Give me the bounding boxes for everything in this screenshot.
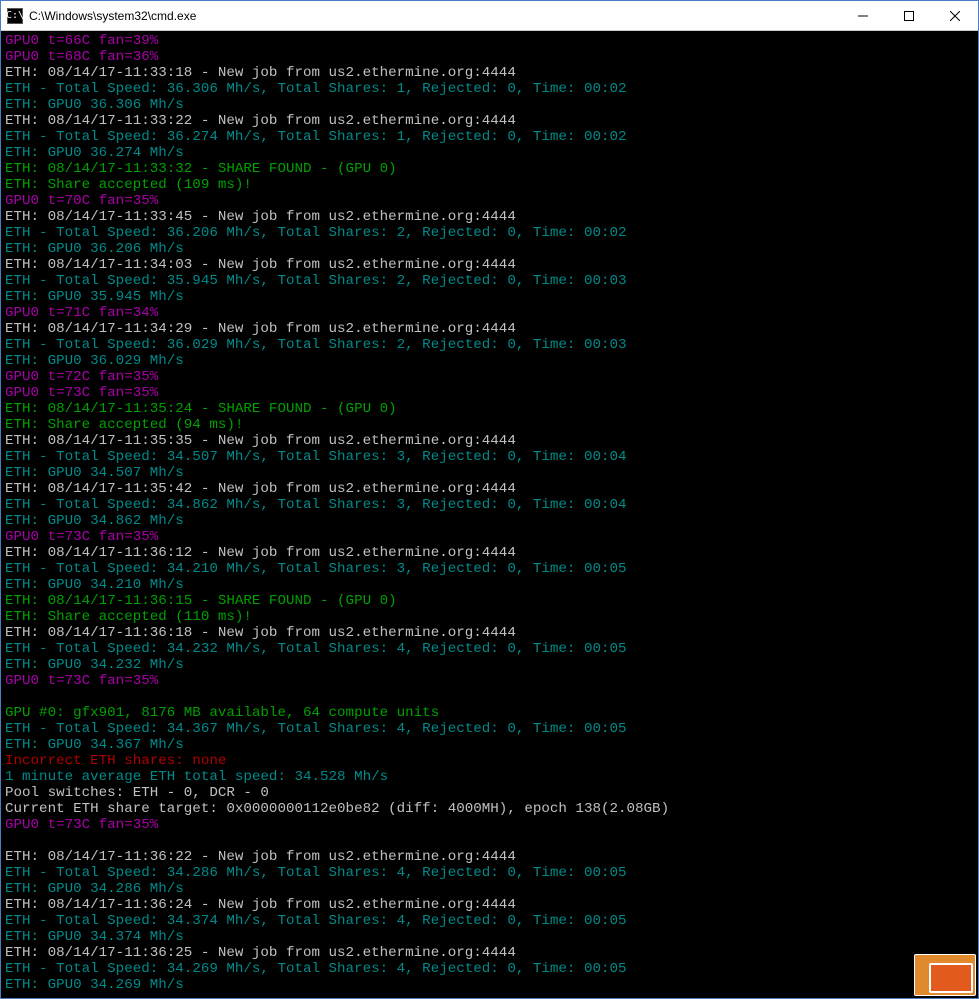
terminal-line: ETH: 08/14/17-11:33:45 - New job from us… bbox=[5, 209, 974, 225]
terminal-line: Pool switches: ETH - 0, DCR - 0 bbox=[5, 785, 974, 801]
terminal-line: ETH: GPU0 34.286 Mh/s bbox=[5, 881, 974, 897]
terminal-line: ETH: 08/14/17-11:36:25 - New job from us… bbox=[5, 945, 974, 961]
terminal-line: ETH: 08/14/17-11:36:18 - New job from us… bbox=[5, 625, 974, 641]
terminal-line: ETH: 08/14/17-11:34:03 - New job from us… bbox=[5, 257, 974, 273]
terminal-line: ETH: GPU0 35.945 Mh/s bbox=[5, 289, 974, 305]
terminal-line: Incorrect ETH shares: none bbox=[5, 753, 974, 769]
cmd-window: C:\ C:\Windows\system32\cmd.exe GPU0 t=6… bbox=[0, 0, 979, 999]
terminal-line: ETH: GPU0 34.210 Mh/s bbox=[5, 577, 974, 593]
terminal-line: GPU0 t=73C fan=35% bbox=[5, 817, 974, 833]
terminal-line: ETH: Share accepted (110 ms)! bbox=[5, 609, 974, 625]
terminal-line: ETH: 08/14/17-11:35:24 - SHARE FOUND - (… bbox=[5, 401, 974, 417]
terminal-line: ETH: GPU0 34.507 Mh/s bbox=[5, 465, 974, 481]
terminal-line: ETH: GPU0 34.269 Mh/s bbox=[5, 977, 974, 993]
terminal-line: ETH: GPU0 36.029 Mh/s bbox=[5, 353, 974, 369]
terminal-line: ETH - Total Speed: 34.374 Mh/s, Total Sh… bbox=[5, 913, 974, 929]
terminal-line: ETH: 08/14/17-11:34:29 - New job from us… bbox=[5, 321, 974, 337]
terminal-line: ETH: 08/14/17-11:35:35 - New job from us… bbox=[5, 433, 974, 449]
close-icon bbox=[950, 11, 960, 21]
terminal-line: GPU0 t=72C fan=35% bbox=[5, 369, 974, 385]
terminal-line: ETH: Share accepted (94 ms)! bbox=[5, 417, 974, 433]
terminal-line: ETH - Total Speed: 34.232 Mh/s, Total Sh… bbox=[5, 641, 974, 657]
terminal-line: 1 minute average ETH total speed: 34.528… bbox=[5, 769, 974, 785]
terminal-line: ETH: GPU0 34.862 Mh/s bbox=[5, 513, 974, 529]
terminal-line: ETH - Total Speed: 34.367 Mh/s, Total Sh… bbox=[5, 721, 974, 737]
terminal-line: ETH: 08/14/17-11:36:22 - New job from us… bbox=[5, 849, 974, 865]
terminal-line: GPU #0: gfx901, 8176 MB available, 64 co… bbox=[5, 705, 974, 721]
terminal-line: ETH: 08/14/17-11:36:24 - New job from us… bbox=[5, 897, 974, 913]
terminal-line: ETH - Total Speed: 35.945 Mh/s, Total Sh… bbox=[5, 273, 974, 289]
terminal-line: GPU0 t=73C fan=35% bbox=[5, 673, 974, 689]
terminal-line: ETH: 08/14/17-11:33:22 - New job from us… bbox=[5, 113, 974, 129]
terminal-line bbox=[5, 833, 974, 849]
maximize-icon bbox=[904, 11, 914, 21]
terminal-line: ETH: GPU0 36.306 Mh/s bbox=[5, 97, 974, 113]
terminal-line: ETH: GPU0 34.367 Mh/s bbox=[5, 737, 974, 753]
terminal-line: ETH: 08/14/17-11:36:12 - New job from us… bbox=[5, 545, 974, 561]
terminal-line: ETH: GPU0 34.232 Mh/s bbox=[5, 657, 974, 673]
terminal-line: ETH - Total Speed: 34.862 Mh/s, Total Sh… bbox=[5, 497, 974, 513]
maximize-button[interactable] bbox=[886, 1, 932, 31]
terminal-line: Current ETH share target: 0x0000000112e0… bbox=[5, 801, 974, 817]
terminal-line: GPU0 t=73C fan=35% bbox=[5, 529, 974, 545]
terminal-line: ETH - Total Speed: 34.286 Mh/s, Total Sh… bbox=[5, 865, 974, 881]
terminal-output[interactable]: GPU0 t=66C fan=39%GPU0 t=68C fan=36%ETH:… bbox=[1, 31, 978, 998]
terminal-line: ETH: GPU0 34.374 Mh/s bbox=[5, 929, 974, 945]
app-icon: C:\ bbox=[7, 8, 23, 24]
terminal-line: ETH: 08/14/17-11:35:42 - New job from us… bbox=[5, 481, 974, 497]
terminal-line: ETH: Share accepted (109 ms)! bbox=[5, 177, 974, 193]
terminal-line: GPU0 t=70C fan=35% bbox=[5, 193, 974, 209]
terminal-line: ETH - Total Speed: 34.507 Mh/s, Total Sh… bbox=[5, 449, 974, 465]
minimize-icon bbox=[858, 11, 868, 21]
terminal-line: ETH: 08/14/17-11:33:32 - SHARE FOUND - (… bbox=[5, 161, 974, 177]
watermark-logo bbox=[914, 954, 976, 996]
minimize-button[interactable] bbox=[840, 1, 886, 31]
titlebar[interactable]: C:\ C:\Windows\system32\cmd.exe bbox=[1, 1, 978, 31]
terminal-line: GPU0 t=68C fan=36% bbox=[5, 49, 974, 65]
terminal-line: ETH - Total Speed: 36.306 Mh/s, Total Sh… bbox=[5, 81, 974, 97]
terminal-line: ETH: 08/14/17-11:33:18 - New job from us… bbox=[5, 65, 974, 81]
terminal-line: ETH - Total Speed: 36.274 Mh/s, Total Sh… bbox=[5, 129, 974, 145]
terminal-line: ETH - Total Speed: 36.029 Mh/s, Total Sh… bbox=[5, 337, 974, 353]
terminal-line: ETH - Total Speed: 36.206 Mh/s, Total Sh… bbox=[5, 225, 974, 241]
terminal-line: GPU0 t=66C fan=39% bbox=[5, 33, 974, 49]
terminal-line: ETH: GPU0 36.206 Mh/s bbox=[5, 241, 974, 257]
terminal-line: ETH - Total Speed: 34.210 Mh/s, Total Sh… bbox=[5, 561, 974, 577]
terminal-line: ETH - Total Speed: 34.269 Mh/s, Total Sh… bbox=[5, 961, 974, 977]
terminal-line: ETH: GPU0 36.274 Mh/s bbox=[5, 145, 974, 161]
terminal-line bbox=[5, 689, 974, 705]
close-button[interactable] bbox=[932, 1, 978, 31]
terminal-line: ETH: 08/14/17-11:36:15 - SHARE FOUND - (… bbox=[5, 593, 974, 609]
terminal-line: GPU0 t=71C fan=34% bbox=[5, 305, 974, 321]
terminal-line: GPU0 t=73C fan=35% bbox=[5, 385, 974, 401]
window-title: C:\Windows\system32\cmd.exe bbox=[29, 9, 840, 23]
